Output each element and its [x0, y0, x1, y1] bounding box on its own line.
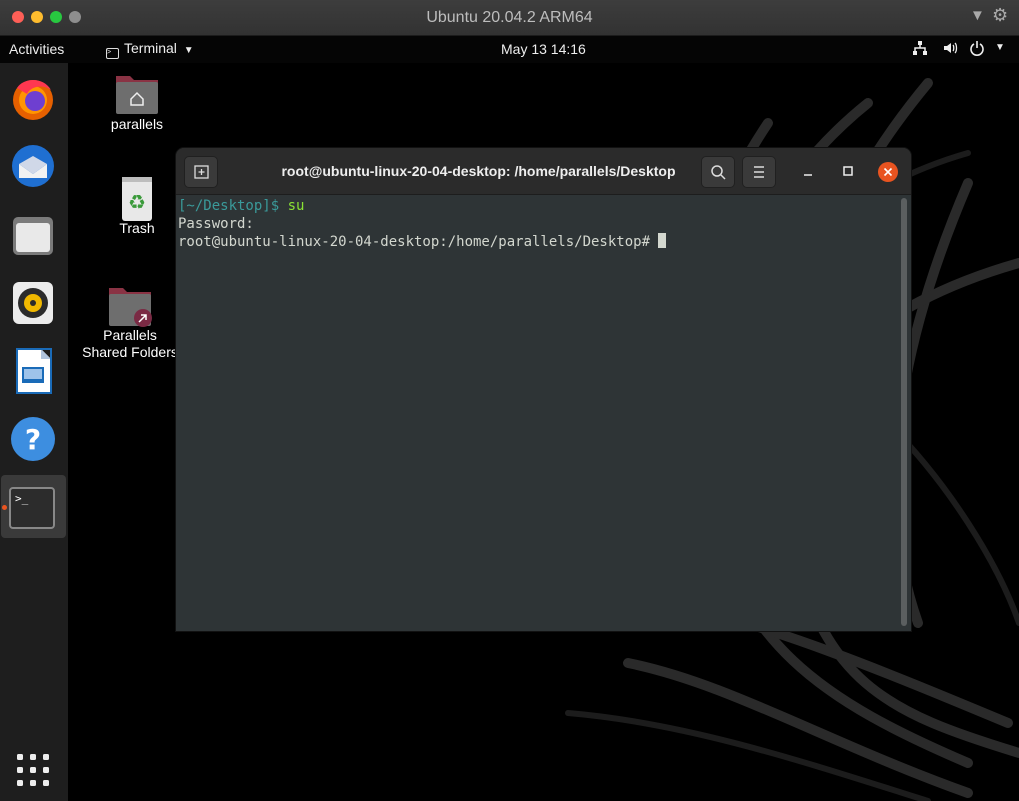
vm-window-titlebar: Ubuntu 20.04.2 ARM64 ▼ ⚙	[0, 0, 1019, 36]
terminal-scrollbar[interactable]	[901, 198, 907, 626]
shared-folder-icon	[107, 284, 153, 327]
svg-text:?: ?	[25, 423, 41, 456]
app-menu-label: Terminal	[124, 40, 177, 56]
menu-button[interactable]	[742, 156, 776, 188]
prompt-path: [~/Desktop]$	[178, 198, 280, 214]
password-prompt: Password:	[178, 216, 254, 232]
triangle-down-icon[interactable]: ▼	[970, 7, 985, 24]
thunderbird-icon[interactable]	[9, 142, 57, 190]
firefox-icon[interactable]	[9, 74, 57, 122]
activities-button[interactable]: Activities	[9, 41, 64, 57]
search-button[interactable]	[701, 156, 735, 188]
clock[interactable]: May 13 14:16	[501, 41, 586, 57]
desktop-icon-parallels[interactable]: parallels	[82, 72, 192, 132]
terminal-title: root@ubuntu-linux-20-04-desktop: /home/p…	[281, 163, 676, 179]
terminal-icon[interactable]: >_	[9, 484, 57, 532]
files-icon[interactable]	[9, 211, 57, 259]
running-indicator-dot	[2, 505, 7, 510]
dock: ? >_	[0, 63, 68, 801]
maximize-button[interactable]	[840, 162, 856, 180]
app-menu[interactable]: > Terminal ▼	[106, 40, 194, 59]
terminal-output[interactable]: [~/Desktop]$ su Password: root@ubuntu-li…	[178, 197, 897, 631]
network-icon[interactable]	[912, 40, 928, 59]
chevron-down-icon: ▼	[183, 45, 194, 56]
terminal-window[interactable]: root@ubuntu-linux-20-04-desktop: /home/p…	[176, 148, 911, 631]
root-prompt: root@ubuntu-linux-20-04-desktop:/home/pa…	[178, 234, 659, 250]
vm-window-title: Ubuntu 20.04.2 ARM64	[426, 9, 593, 26]
desktop-icon-label: parallels	[110, 116, 164, 132]
typed-command: su	[279, 198, 305, 214]
system-menu-chevron-icon[interactable]: ▼	[995, 42, 1005, 53]
desktop-icon-label: Parallels Shared Folders	[82, 327, 178, 360]
gnome-top-bar: Activities > Terminal ▼ May 13 14:16 ▼	[0, 36, 1019, 63]
minimize-button[interactable]	[800, 162, 816, 180]
close-button[interactable]	[878, 162, 898, 182]
hamburger-icon	[754, 166, 764, 178]
trash-icon: ♻	[114, 177, 160, 221]
terminal-headerbar: root@ubuntu-linux-20-04-desktop: /home/p…	[176, 148, 911, 195]
close-icon	[883, 167, 893, 177]
power-icon[interactable]	[969, 40, 985, 59]
terminal-small-icon: >	[106, 48, 119, 59]
terminal-icon-glyph: >_	[9, 487, 55, 529]
desktop-icon-parallels-shared-folders[interactable]: Parallels Shared Folders	[82, 284, 178, 361]
volume-icon[interactable]	[942, 40, 958, 59]
text-cursor	[658, 233, 667, 248]
help-icon[interactable]: ?	[9, 415, 57, 463]
home-folder-icon	[114, 72, 160, 114]
search-icon	[711, 165, 726, 180]
libreoffice-writer-icon[interactable]	[9, 347, 57, 395]
rhythmbox-icon[interactable]	[9, 279, 57, 327]
gear-icon[interactable]: ⚙	[992, 5, 1008, 26]
svg-text:♻: ♻	[128, 190, 146, 214]
show-applications-icon[interactable]	[17, 754, 49, 791]
